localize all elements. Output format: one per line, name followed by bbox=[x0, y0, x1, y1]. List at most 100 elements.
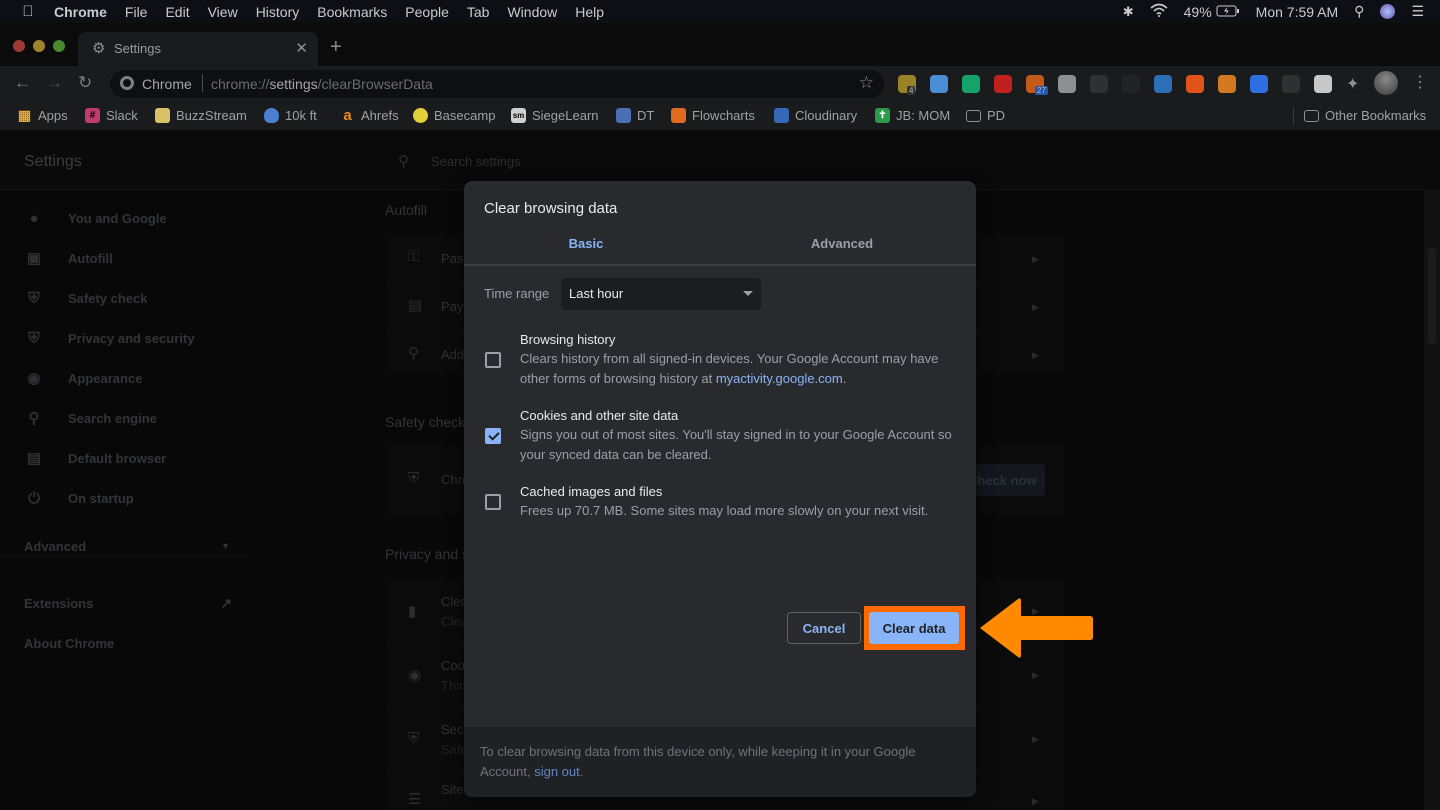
timer-extension-icon[interactable]: 27 bbox=[1026, 75, 1048, 95]
faded-extension-icon[interactable] bbox=[1122, 75, 1140, 93]
extensions-puzzle-icon[interactable]: ✦ bbox=[1346, 74, 1359, 94]
bookmark-flowcharts[interactable]: Flowcharts bbox=[671, 108, 755, 123]
search-settings-input[interactable]: ⚲ Search settings bbox=[386, 140, 1064, 182]
bookmark-jb-mom[interactable]: ✝ JB: MOM bbox=[875, 108, 950, 123]
forward-button[interactable]: → bbox=[46, 73, 63, 93]
back-button[interactable]: ← bbox=[14, 73, 31, 93]
window-minimize-button[interactable] bbox=[33, 40, 45, 52]
scrollbar-thumb[interactable] bbox=[1428, 248, 1436, 344]
menu-edit[interactable]: Edit bbox=[165, 4, 189, 20]
bookmark-slack[interactable]: # Slack bbox=[85, 108, 138, 123]
menu-help[interactable]: Help bbox=[575, 4, 604, 20]
nav-autofill[interactable]: ▣ Autofill bbox=[24, 248, 113, 268]
clock[interactable]: Mon 7:59 AM bbox=[1256, 4, 1339, 20]
arrow-right-icon: ▶ bbox=[1032, 670, 1039, 680]
bluetooth-icon[interactable]: ✱ bbox=[1123, 4, 1134, 20]
wifi-icon[interactable] bbox=[1150, 3, 1168, 20]
apple-menu-icon[interactable]:  bbox=[20, 3, 36, 20]
nav-advanced[interactable]: Advanced ▼ bbox=[24, 536, 230, 556]
option-title-cached-images: Cached images and files bbox=[520, 484, 663, 499]
menu-view[interactable]: View bbox=[208, 4, 238, 20]
menu-people[interactable]: People bbox=[405, 4, 449, 20]
sign-out-link[interactable]: sign out bbox=[534, 764, 580, 779]
grammarly-extension-icon[interactable] bbox=[962, 75, 980, 93]
nav-search-engine[interactable]: ⚲ Search engine bbox=[24, 408, 157, 428]
nav-on-startup[interactable]: ⏻ On startup bbox=[24, 488, 134, 508]
tab-settings[interactable]: ⚙ Settings ✕ bbox=[78, 32, 318, 66]
bookmarks-divider bbox=[1293, 107, 1294, 125]
time-range-select[interactable]: Last hour bbox=[561, 278, 761, 310]
reload-button[interactable]: ↻ bbox=[78, 73, 92, 93]
recycle-extension-icon[interactable] bbox=[1090, 75, 1108, 93]
sliders-icon: ☰ bbox=[408, 791, 422, 808]
address-bar[interactable]: Chrome chrome://settings/clearBrowserDat… bbox=[110, 70, 884, 98]
menu-tab[interactable]: Tab bbox=[467, 4, 490, 20]
bookmark-dt[interactable]: DT bbox=[616, 108, 654, 123]
new-tab-button[interactable]: + bbox=[330, 36, 342, 59]
nav-you-and-google[interactable]: ● You and Google bbox=[24, 208, 166, 228]
tab-close-icon[interactable]: ✕ bbox=[295, 39, 308, 57]
grid-extension-icon[interactable] bbox=[1282, 75, 1300, 93]
notification-center-icon[interactable]: ☰ bbox=[1411, 3, 1424, 20]
bookmark-basecamp[interactable]: Basecamp bbox=[413, 108, 495, 123]
checkbox-browsing-history[interactable] bbox=[485, 352, 501, 368]
window-close-button[interactable] bbox=[13, 40, 25, 52]
arrow-right-icon: ▶ bbox=[1032, 734, 1039, 744]
nav-safety-check[interactable]: ⛨ Safety check bbox=[24, 288, 147, 308]
browser-icon: ▤ bbox=[26, 450, 42, 467]
nav-privacy-security[interactable]: ⛨ Privacy and security bbox=[24, 328, 194, 348]
menu-app-name[interactable]: Chrome bbox=[54, 4, 107, 20]
spotlight-search-icon[interactable]: ⚲ bbox=[1354, 3, 1364, 20]
fox-extension-icon[interactable] bbox=[1186, 75, 1204, 93]
menu-history[interactable]: History bbox=[256, 4, 300, 20]
bookmark-folder-pd[interactable]: PD bbox=[966, 108, 1005, 123]
tab-advanced[interactable]: Advanced bbox=[720, 236, 964, 251]
search-icon: ⚲ bbox=[28, 410, 40, 427]
browser-toolbar: ← → ↻ Chrome chrome://settings/clearBrow… bbox=[0, 66, 1440, 102]
arrow-right-icon: ▶ bbox=[1032, 254, 1039, 264]
bookmark-apps[interactable]: ▦ Apps bbox=[17, 107, 68, 123]
menu-file[interactable]: File bbox=[125, 4, 148, 20]
siri-icon[interactable] bbox=[1380, 4, 1396, 19]
face-extension-icon[interactable] bbox=[1218, 75, 1236, 93]
compass-extension-icon[interactable] bbox=[1154, 75, 1172, 93]
nav-about-chrome[interactable]: About Chrome bbox=[24, 633, 114, 653]
menu-window[interactable]: Window bbox=[507, 4, 557, 20]
shield-check-icon: ⛨ bbox=[28, 289, 40, 307]
adblock-extension-icon[interactable] bbox=[994, 75, 1012, 93]
bookmark-star-icon[interactable]: ☆ bbox=[859, 73, 874, 93]
tab-basic[interactable]: Basic bbox=[464, 236, 708, 251]
bookmark-siegelearn[interactable]: sm SiegeLearn bbox=[511, 108, 599, 123]
cancel-button[interactable]: Cancel bbox=[787, 612, 861, 644]
bookmark-ahrefs[interactable]: a Ahrefs bbox=[340, 107, 398, 124]
page-scrollbar[interactable] bbox=[1424, 190, 1440, 810]
clear-data-button[interactable]: Clear data bbox=[869, 612, 959, 644]
nav-divider bbox=[0, 556, 250, 557]
link-extension-icon[interactable] bbox=[1058, 75, 1076, 93]
zoom-extension-icon[interactable] bbox=[1250, 75, 1268, 93]
slack-icon: # bbox=[85, 108, 100, 123]
window-zoom-button[interactable] bbox=[53, 40, 65, 52]
notes-extension-icon[interactable]: 4 bbox=[898, 75, 916, 95]
url-text[interactable]: chrome://settings/clearBrowserData bbox=[211, 76, 433, 92]
battery-percent: 49% bbox=[1183, 3, 1212, 20]
myactivity-link[interactable]: myactivity.google.com bbox=[716, 371, 843, 386]
nav-extensions[interactable]: Extensions ↗ bbox=[24, 593, 232, 613]
checkbox-cookies[interactable] bbox=[485, 428, 501, 444]
bookmark-cloudinary[interactable]: Cloudinary bbox=[774, 108, 857, 123]
menu-bookmarks[interactable]: Bookmarks bbox=[317, 4, 387, 20]
bookmark-buzzstream[interactable]: BuzzStream bbox=[155, 108, 247, 123]
nav-default-browser[interactable]: ▤ Default browser bbox=[24, 448, 166, 468]
diamond-extension-icon[interactable] bbox=[930, 75, 948, 93]
other-bookmarks[interactable]: Other Bookmarks bbox=[1304, 108, 1426, 123]
stripes-extension-icon[interactable] bbox=[1314, 75, 1332, 93]
option-title-browsing-history: Browsing history bbox=[520, 332, 616, 347]
chrome-menu-icon[interactable]: ⋮ bbox=[1412, 72, 1428, 92]
chrome-site-icon[interactable] bbox=[120, 76, 134, 90]
bookmark-10kft[interactable]: 10k ft bbox=[264, 108, 317, 123]
battery-icon[interactable] bbox=[1216, 4, 1240, 20]
nav-appearance[interactable]: ◉ Appearance bbox=[24, 368, 142, 388]
profile-avatar[interactable] bbox=[1374, 71, 1398, 95]
checkbox-cached-images[interactable] bbox=[485, 494, 501, 510]
search-icon: ⚲ bbox=[398, 153, 409, 170]
